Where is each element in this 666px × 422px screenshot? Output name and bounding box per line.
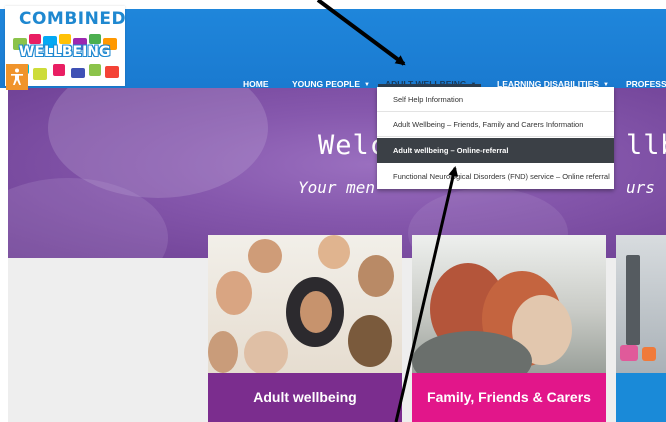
dropdown-item-online-referral[interactable]: Adult wellbeing – Online-referral [377, 138, 614, 163]
dropdown-item-friends-family[interactable]: Adult Wellbeing – Friends, Family and Ca… [377, 112, 614, 137]
logo-tile [105, 66, 119, 78]
logo-text: COMBINED [19, 9, 127, 29]
hero-subtitle: urs f [626, 178, 666, 197]
card-family-friends-carers[interactable]: Family, Friends & Carers [412, 235, 606, 422]
logo-tile [59, 34, 71, 44]
card-label [616, 373, 666, 422]
logo-tile [33, 68, 47, 80]
accessibility-icon [11, 68, 23, 85]
photo-figure [216, 271, 252, 315]
photo-figure [318, 235, 350, 269]
logo-tile [71, 68, 85, 78]
logo-tile [89, 34, 101, 44]
card-adult-wellbeing[interactable]: Adult wellbeing [208, 235, 402, 422]
card-photo [412, 235, 606, 391]
accessibility-button[interactable] [6, 64, 28, 90]
adult-wellbeing-dropdown: Self Help Information Adult Wellbeing – … [377, 87, 614, 189]
card-photo [208, 235, 402, 375]
logo-tile [89, 64, 101, 76]
hero-title: llbe [626, 130, 666, 161]
logo-tile [53, 64, 65, 76]
photo-figure [300, 291, 332, 333]
photo-figure [244, 331, 288, 375]
logo-text: WELLBEING [19, 44, 111, 60]
photo-figure [208, 331, 238, 373]
photo-figure [248, 239, 282, 273]
logo-tile [29, 34, 41, 44]
card-photo [616, 235, 666, 373]
card-label: Family, Friends & Carers [412, 373, 606, 422]
dropdown-item-self-help[interactable]: Self Help Information [377, 87, 614, 112]
hero-subtitle: Your men [298, 178, 376, 197]
card-label: Adult wellbeing [208, 373, 402, 422]
photo-figure [620, 345, 638, 361]
photo-figure [348, 315, 392, 367]
photo-figure [642, 347, 656, 361]
photo-figure [626, 255, 640, 345]
card-partial[interactable] [616, 235, 666, 422]
photo-figure [358, 255, 394, 297]
dropdown-item-fnd-referral[interactable]: Functional Neurological Disorders (FND) … [377, 164, 614, 189]
